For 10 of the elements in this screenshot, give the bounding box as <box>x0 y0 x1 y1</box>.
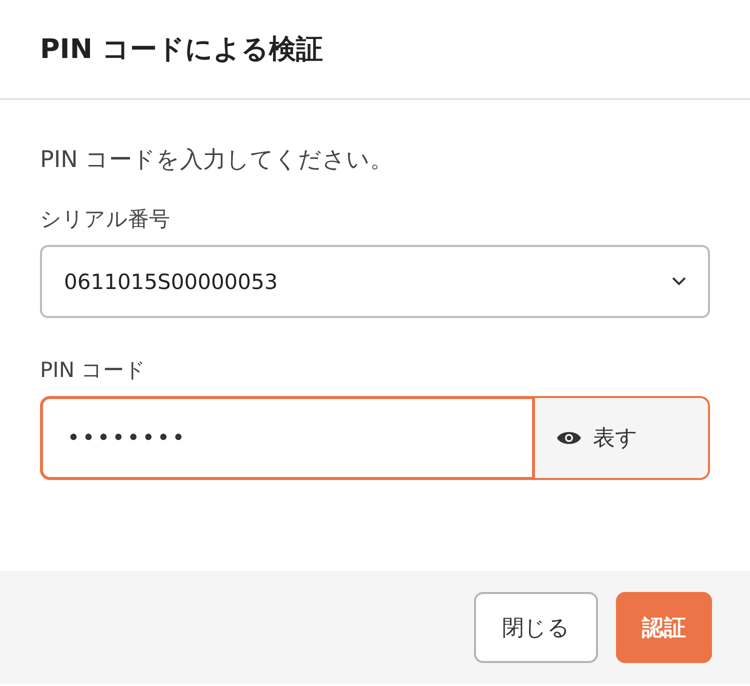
pin-input-field[interactable]: •••••••• <box>40 396 535 480</box>
serial-dropdown[interactable]: 0611015S00000053 <box>40 245 710 318</box>
close-button[interactable]: 閉じる <box>474 592 598 663</box>
eye-icon <box>557 430 581 446</box>
dialog-title: PIN コードによる検証 <box>40 33 323 67</box>
chevron-down-icon <box>672 277 686 286</box>
instruction-text: PIN コードを入力してください。 <box>40 146 394 175</box>
field-label: シリアル番号 <box>40 206 171 233</box>
show-button[interactable]: 表す <box>535 396 710 480</box>
field-label: PIN コード <box>40 357 148 384</box>
